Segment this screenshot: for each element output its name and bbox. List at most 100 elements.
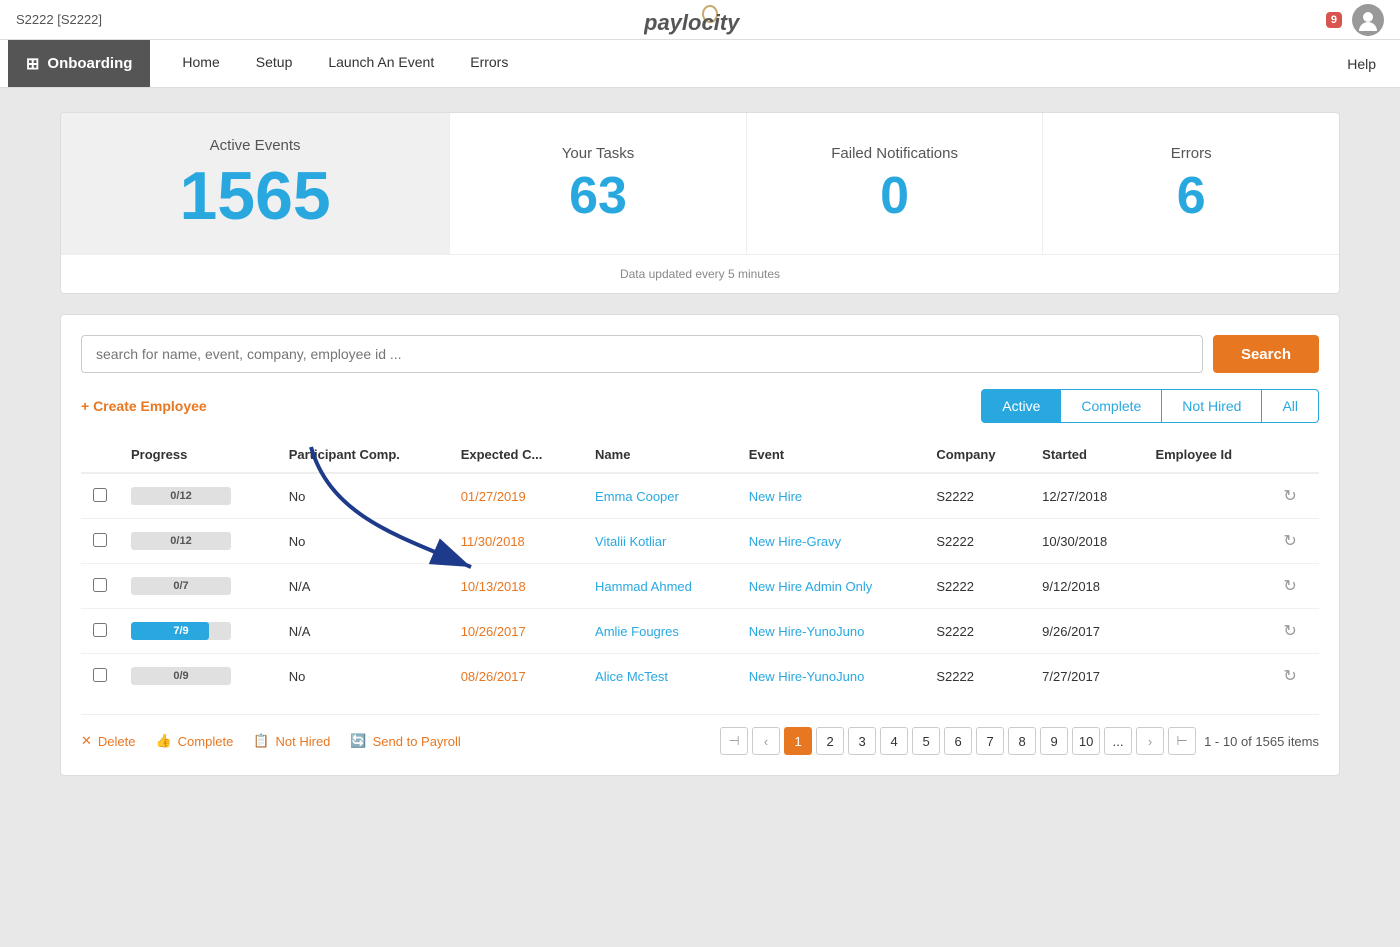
row-checkbox-cell[interactable] bbox=[81, 473, 119, 519]
delete-label: Delete bbox=[98, 734, 136, 749]
row-started: 9/26/2017 bbox=[1030, 609, 1143, 654]
row-name-link[interactable]: Amlie Fougres bbox=[595, 624, 679, 639]
row-checkbox-cell[interactable] bbox=[81, 564, 119, 609]
onboarding-icon: ⊞ bbox=[26, 54, 39, 74]
progress-bar: 0/7 bbox=[131, 577, 231, 595]
refresh-icon[interactable]: ↻ bbox=[1283, 578, 1296, 595]
your-tasks-value: 63 bbox=[569, 170, 627, 222]
notification-badge[interactable]: 9 bbox=[1326, 12, 1342, 28]
nav-item-launch[interactable]: Launch An Event bbox=[312, 40, 450, 87]
nav-module-label: Onboarding bbox=[47, 55, 132, 72]
row-event-link[interactable]: New Hire-YunoJuno bbox=[749, 624, 865, 639]
row-name-link[interactable]: Alice McTest bbox=[595, 669, 668, 684]
nav-help[interactable]: Help bbox=[1331, 56, 1392, 72]
row-checkbox[interactable] bbox=[93, 623, 107, 637]
bulk-complete-button[interactable]: 👍 Complete bbox=[155, 733, 233, 749]
row-employee-id bbox=[1143, 654, 1271, 699]
nav-onboarding[interactable]: ⊞ Onboarding bbox=[8, 40, 150, 87]
filter-tab-active[interactable]: Active bbox=[981, 389, 1061, 423]
search-input[interactable] bbox=[81, 335, 1203, 373]
create-employee-button[interactable]: + Create Employee bbox=[81, 398, 207, 414]
bulk-send-payroll-button[interactable]: 🔄 Send to Payroll bbox=[350, 733, 460, 749]
row-name[interactable]: Amlie Fougres bbox=[583, 609, 737, 654]
row-name[interactable]: Vitalii Kotliar bbox=[583, 519, 737, 564]
filter-tab-all[interactable]: All bbox=[1262, 389, 1319, 423]
row-checkbox-cell[interactable] bbox=[81, 519, 119, 564]
row-participant-comp: No bbox=[277, 519, 449, 564]
row-name-link[interactable]: Hammad Ahmed bbox=[595, 579, 692, 594]
page-last-btn[interactable]: ⊢ bbox=[1168, 727, 1196, 755]
paylocity-logo: paylocity bbox=[644, 4, 784, 36]
page-8-btn[interactable]: 8 bbox=[1008, 727, 1036, 755]
table-row: 0/7 N/A 10/13/2018 Hammad Ahmed New Hire… bbox=[81, 564, 1319, 609]
row-employee-id bbox=[1143, 609, 1271, 654]
row-refresh[interactable]: ↻ bbox=[1271, 609, 1319, 654]
row-event[interactable]: New Hire-Gravy bbox=[737, 519, 925, 564]
row-refresh[interactable]: ↻ bbox=[1271, 564, 1319, 609]
row-event-link[interactable]: New Hire Admin Only bbox=[749, 579, 873, 594]
table-card: Search + Create Employee Active Complete… bbox=[60, 314, 1340, 776]
row-refresh[interactable]: ↻ bbox=[1271, 654, 1319, 699]
pagination: ⊣ ‹ 1 2 3 4 5 6 7 8 9 10 ... › ⊢ bbox=[720, 727, 1196, 755]
row-event[interactable]: New Hire-YunoJuno bbox=[737, 654, 925, 699]
row-event[interactable]: New Hire bbox=[737, 473, 925, 519]
page-10-btn[interactable]: 10 bbox=[1072, 727, 1100, 755]
row-name-link[interactable]: Emma Cooper bbox=[595, 489, 679, 504]
row-refresh[interactable]: ↻ bbox=[1271, 473, 1319, 519]
page-1-btn[interactable]: 1 bbox=[784, 727, 812, 755]
bulk-delete-button[interactable]: ✕ Delete bbox=[81, 733, 135, 749]
refresh-icon[interactable]: ↻ bbox=[1283, 533, 1296, 550]
row-event-link[interactable]: New Hire-Gravy bbox=[749, 534, 841, 549]
nav-item-errors[interactable]: Errors bbox=[454, 40, 524, 87]
not-hired-label: Not Hired bbox=[276, 734, 331, 749]
page-2-btn[interactable]: 2 bbox=[816, 727, 844, 755]
page-3-btn[interactable]: 3 bbox=[848, 727, 876, 755]
row-checkbox[interactable] bbox=[93, 578, 107, 592]
search-button[interactable]: Search bbox=[1213, 335, 1319, 373]
data-table: Progress Participant Comp. Expected C...… bbox=[81, 437, 1319, 698]
row-event[interactable]: New Hire-YunoJuno bbox=[737, 609, 925, 654]
row-event-link[interactable]: New Hire bbox=[749, 489, 802, 504]
row-name[interactable]: Hammad Ahmed bbox=[583, 564, 737, 609]
search-row: Search bbox=[81, 335, 1319, 373]
send-payroll-icon: 🔄 bbox=[350, 733, 366, 749]
row-name-link[interactable]: Vitalii Kotliar bbox=[595, 534, 666, 549]
nav-item-home[interactable]: Home bbox=[166, 40, 235, 87]
col-company: Company bbox=[924, 437, 1030, 473]
page-prev-btn[interactable]: ‹ bbox=[752, 727, 780, 755]
row-expected-date: 10/26/2017 bbox=[449, 609, 583, 654]
page-6-btn[interactable]: 6 bbox=[944, 727, 972, 755]
complete-label: Complete bbox=[178, 734, 234, 749]
page-first-btn[interactable]: ⊣ bbox=[720, 727, 748, 755]
page-next-btn[interactable]: › bbox=[1136, 727, 1164, 755]
page-4-btn[interactable]: 4 bbox=[880, 727, 908, 755]
col-actions bbox=[1271, 437, 1319, 473]
refresh-icon[interactable]: ↻ bbox=[1283, 668, 1296, 685]
row-progress-cell: 0/7 bbox=[119, 564, 277, 609]
row-event-link[interactable]: New Hire-YunoJuno bbox=[749, 669, 865, 684]
page-9-btn[interactable]: 9 bbox=[1040, 727, 1068, 755]
row-started: 7/27/2017 bbox=[1030, 654, 1143, 699]
row-checkbox[interactable] bbox=[93, 533, 107, 547]
row-name[interactable]: Alice McTest bbox=[583, 654, 737, 699]
row-checkbox[interactable] bbox=[93, 668, 107, 682]
row-name[interactable]: Emma Cooper bbox=[583, 473, 737, 519]
page-5-btn[interactable]: 5 bbox=[912, 727, 940, 755]
page-7-btn[interactable]: 7 bbox=[976, 727, 1004, 755]
progress-text: 0/12 bbox=[131, 490, 231, 502]
delete-icon: ✕ bbox=[81, 733, 92, 749]
row-event[interactable]: New Hire Admin Only bbox=[737, 564, 925, 609]
row-company: S2222 bbox=[924, 564, 1030, 609]
row-checkbox[interactable] bbox=[93, 488, 107, 502]
row-checkbox-cell[interactable] bbox=[81, 654, 119, 699]
nav-item-setup[interactable]: Setup bbox=[240, 40, 309, 87]
filter-tab-complete[interactable]: Complete bbox=[1061, 389, 1162, 423]
refresh-icon[interactable]: ↻ bbox=[1283, 488, 1296, 505]
progress-text: 0/7 bbox=[131, 580, 231, 592]
row-checkbox-cell[interactable] bbox=[81, 609, 119, 654]
bulk-not-hired-button[interactable]: 📋 Not Hired bbox=[253, 733, 330, 749]
avatar[interactable] bbox=[1352, 4, 1384, 36]
filter-tab-not-hired[interactable]: Not Hired bbox=[1162, 389, 1262, 423]
refresh-icon[interactable]: ↻ bbox=[1283, 623, 1296, 640]
row-refresh[interactable]: ↻ bbox=[1271, 519, 1319, 564]
